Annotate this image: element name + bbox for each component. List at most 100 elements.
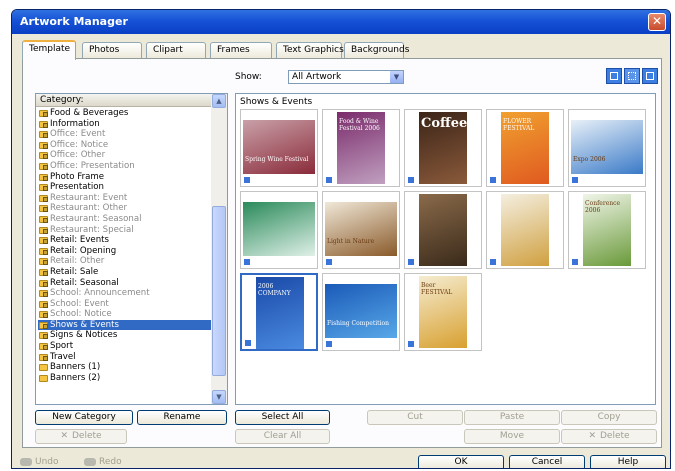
thumbnail-light-in-nature[interactable]: Light in Nature	[322, 191, 400, 269]
ok-button[interactable]: OK	[418, 455, 504, 468]
category-item-label: Sport	[50, 341, 74, 352]
checkbox-icon[interactable]	[325, 340, 333, 348]
redo-button[interactable]: Redo	[84, 457, 122, 467]
delete-icon: ✕	[60, 431, 68, 441]
category-item[interactable]: Shows & Events	[38, 319, 211, 331]
thumbnail-image: Coffee	[419, 112, 467, 184]
close-button[interactable]: ✕	[648, 13, 666, 31]
thumbnail-coffee[interactable]: Coffee	[404, 109, 482, 187]
lock-icon	[43, 112, 48, 117]
category-item[interactable]: School: Announcement	[38, 288, 211, 299]
view-medium-icon[interactable]	[624, 68, 640, 84]
title-bar[interactable]: Artwork Manager ✕	[12, 10, 670, 34]
tab-clipart[interactable]: Clipart	[146, 42, 206, 59]
category-item[interactable]: Banners (2)	[38, 373, 211, 384]
show-label: Show:	[235, 72, 262, 82]
category-item[interactable]: Presentation	[38, 182, 211, 193]
checkbox-icon[interactable]	[244, 339, 252, 347]
undo-button[interactable]: Undo	[20, 457, 59, 467]
thumbnail-garden-show[interactable]	[486, 191, 564, 269]
category-item[interactable]: Retail: Sale	[38, 267, 211, 278]
checkbox-icon[interactable]	[325, 176, 333, 184]
rename-button[interactable]: Rename	[137, 410, 227, 425]
thumbnail-caption: Spring Wine Festival	[245, 156, 309, 163]
category-item[interactable]: Office: Event	[38, 129, 211, 140]
checkbox-icon[interactable]	[407, 340, 415, 348]
category-item[interactable]: Retail: Events	[38, 235, 211, 246]
thumbnail-image: Expo 2006	[571, 120, 643, 174]
category-item-label: Restaurant: Event	[50, 192, 128, 203]
thumbnail-spring-wine-festival[interactable]: Spring Wine Festival	[240, 109, 318, 187]
tab-text-graphics[interactable]: Text Graphics	[276, 42, 344, 59]
cut-button[interactable]: Cut	[367, 410, 463, 425]
checkbox-icon[interactable]	[325, 258, 333, 266]
clear-all-button[interactable]: Clear All	[235, 429, 330, 444]
category-item[interactable]: School: Event	[38, 299, 211, 310]
view-small-grid-icon[interactable]	[642, 68, 658, 84]
category-item[interactable]: Restaurant: Event	[38, 193, 211, 204]
checkbox-icon[interactable]	[571, 176, 579, 184]
thumbnail-fishing-competition[interactable]: Fishing Competition	[322, 273, 400, 351]
checkbox-icon[interactable]	[407, 258, 415, 266]
select-all-button[interactable]: Select All	[235, 410, 330, 425]
show-dropdown[interactable]: All Artwork ▼	[288, 70, 404, 84]
thumbnail-wood-carving[interactable]	[404, 191, 482, 269]
checkbox-icon[interactable]	[571, 258, 579, 266]
category-item[interactable]: Travel	[38, 352, 211, 363]
checkbox-icon[interactable]	[243, 258, 251, 266]
delete-artwork-button[interactable]: ✕ Delete	[561, 429, 657, 444]
thumbnail-expo-2006[interactable]: Expo 2006	[568, 109, 646, 187]
cancel-button[interactable]: Cancel	[509, 455, 585, 468]
thumbnail-food-wine-festival[interactable]: Food & Wine Festival 2006	[322, 109, 400, 187]
tab-frames[interactable]: Frames	[210, 42, 272, 59]
checkbox-icon[interactable]	[489, 176, 497, 184]
view-large-icon[interactable]	[606, 68, 622, 84]
checkbox-icon[interactable]	[407, 176, 415, 184]
category-item[interactable]: Restaurant: Seasonal	[38, 214, 211, 225]
category-item[interactable]: Retail: Seasonal	[38, 278, 211, 289]
category-item[interactable]: Food & Beverages	[38, 108, 211, 119]
thumbnail-image: 2006 COMPANY	[256, 277, 304, 349]
category-item-label: School: Event	[50, 298, 109, 309]
category-item[interactable]: Office: Notice	[38, 140, 211, 151]
category-item[interactable]: Sport	[38, 341, 211, 352]
category-item[interactable]: Restaurant: Special	[38, 225, 211, 236]
category-item[interactable]: School: Notice	[38, 309, 211, 320]
category-item[interactable]: Office: Presentation	[38, 161, 211, 172]
category-item[interactable]: Retail: Other	[38, 256, 211, 267]
category-item-label: School: Notice	[50, 309, 112, 320]
checkbox-icon[interactable]	[489, 258, 497, 266]
thumbnail-green-event[interactable]	[240, 191, 318, 269]
thumbnail-beer-festival[interactable]: Beer FESTIVAL	[404, 273, 482, 351]
tab-photos[interactable]: Photos	[82, 42, 142, 59]
scroll-up-icon[interactable]: ▲	[212, 94, 226, 108]
lock-icon	[43, 345, 48, 351]
category-item[interactable]: Photo Frame	[38, 172, 211, 183]
chevron-down-icon[interactable]: ▼	[390, 71, 403, 83]
new-category-button[interactable]: New Category	[35, 410, 133, 425]
paste-button[interactable]: Paste	[464, 410, 560, 425]
copy-button[interactable]: Copy	[561, 410, 657, 425]
tab-backgrounds[interactable]: Backgrounds	[344, 42, 409, 59]
scroll-down-icon[interactable]: ▼	[212, 390, 226, 404]
category-item[interactable]: Information	[38, 119, 211, 130]
category-item-label: Retail: Seasonal	[50, 277, 119, 288]
category-item[interactable]: Signs & Notices	[38, 330, 211, 341]
category-item[interactable]: Banners (1)	[38, 362, 211, 373]
checkbox-icon[interactable]	[243, 176, 251, 184]
thumbnail-company-technology[interactable]: 2006 COMPANY	[240, 273, 318, 351]
thumbnail-conference-2006[interactable]: Conference 2006	[568, 191, 646, 269]
category-list[interactable]: Category: Food & Beverages Information Off…	[35, 93, 228, 405]
delete-category-button[interactable]: ✕ Delete	[35, 429, 127, 444]
move-button[interactable]: Move	[464, 429, 560, 444]
category-item[interactable]: Retail: Opening	[38, 246, 211, 257]
category-scrollbar[interactable]: ▲ ▼	[211, 94, 227, 404]
category-item[interactable]: Office: Other	[38, 150, 211, 161]
category-item[interactable]: Restaurant: Other	[38, 203, 211, 214]
tab-template[interactable]: Template	[22, 40, 76, 60]
lock-icon	[43, 249, 48, 255]
help-button[interactable]: Help	[590, 455, 666, 468]
thumbnail-flower-festival[interactable]: FLOWER FESTIVAL	[486, 109, 564, 187]
scroll-thumb[interactable]	[212, 206, 226, 376]
artwork-area: Shows & Events Spring Wine Festival Food …	[235, 93, 656, 405]
